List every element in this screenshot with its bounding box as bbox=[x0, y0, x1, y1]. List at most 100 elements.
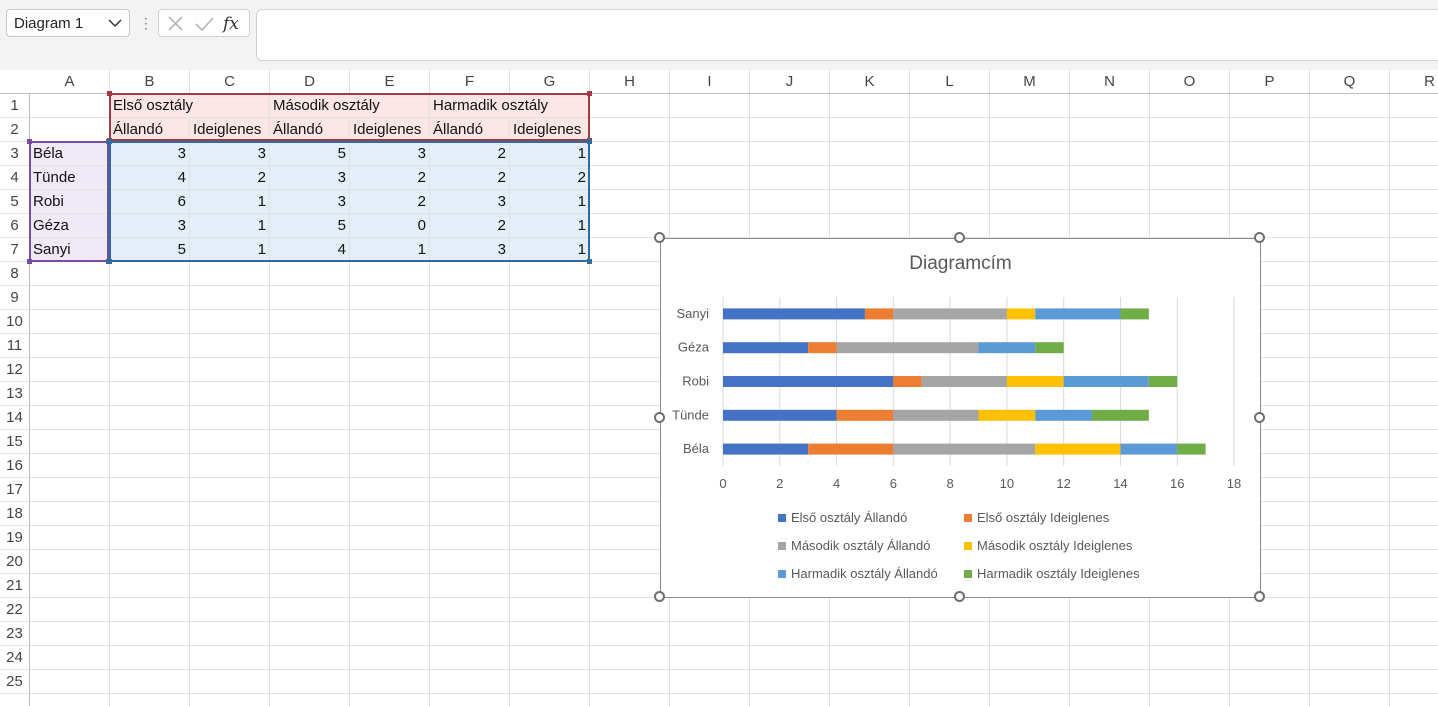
column-header-n[interactable]: N bbox=[1070, 70, 1150, 93]
chart-object[interactable]: Diagramcím 0 2 4 6 8 10 12 14 16 18 Béla Tünde Robi G… bbox=[660, 238, 1261, 598]
column-header-a[interactable]: A bbox=[30, 70, 110, 93]
bar-segment[interactable] bbox=[1035, 308, 1121, 320]
legend-item[interactable]: Harmadik osztály Ideiglenes bbox=[964, 565, 1140, 583]
row-header-17[interactable]: 17 bbox=[0, 478, 29, 502]
column-header-o[interactable]: O bbox=[1150, 70, 1230, 93]
column-header-m[interactable]: M bbox=[990, 70, 1070, 93]
chevron-down-icon[interactable] bbox=[105, 14, 125, 32]
bar-segment[interactable] bbox=[723, 409, 837, 421]
resize-handle[interactable] bbox=[954, 591, 965, 602]
bar-segment[interactable] bbox=[1148, 376, 1178, 387]
row-header-19[interactable]: 19 bbox=[0, 526, 29, 550]
row-header-2[interactable]: 2 bbox=[0, 118, 29, 142]
bar-segment[interactable] bbox=[893, 308, 1007, 320]
bar-segment[interactable] bbox=[864, 308, 894, 320]
bar-segment[interactable] bbox=[723, 308, 865, 320]
range-handle[interactable] bbox=[107, 91, 112, 96]
row-header-9[interactable]: 9 bbox=[0, 286, 29, 310]
row-header-4[interactable]: 4 bbox=[0, 166, 29, 190]
column-header-q[interactable]: Q bbox=[1310, 70, 1390, 93]
row-header-8[interactable]: 8 bbox=[0, 262, 29, 286]
row-header-10[interactable]: 10 bbox=[0, 310, 29, 334]
row-header-18[interactable]: 18 bbox=[0, 502, 29, 526]
bar-segment[interactable] bbox=[1120, 308, 1149, 320]
range-handle[interactable] bbox=[107, 259, 112, 264]
bar-segment[interactable] bbox=[1063, 376, 1149, 387]
resize-handle[interactable] bbox=[654, 232, 665, 243]
resize-handle[interactable] bbox=[1254, 412, 1265, 423]
check-icon[interactable] bbox=[193, 14, 215, 34]
range-handle[interactable] bbox=[107, 139, 112, 144]
column-header-r[interactable]: R bbox=[1390, 70, 1438, 93]
row-header-1[interactable]: 1 bbox=[0, 94, 29, 118]
row-header-16[interactable]: 16 bbox=[0, 454, 29, 478]
row-header-11[interactable]: 11 bbox=[0, 334, 29, 358]
column-header-h[interactable]: H bbox=[590, 70, 670, 93]
bar-segment[interactable] bbox=[893, 376, 922, 387]
bar-segment[interactable] bbox=[836, 409, 894, 421]
row-header-12[interactable]: 12 bbox=[0, 358, 29, 382]
resize-handle[interactable] bbox=[654, 591, 665, 602]
bar-segment[interactable] bbox=[893, 409, 979, 421]
bar-segment[interactable] bbox=[1006, 376, 1064, 387]
column-header-e[interactable]: E bbox=[350, 70, 430, 93]
legend-item[interactable]: Második osztály Állandó bbox=[778, 537, 930, 555]
legend-item[interactable]: Harmadik osztály Állandó bbox=[778, 565, 938, 583]
column-header-k[interactable]: K bbox=[830, 70, 910, 93]
bar-segment[interactable] bbox=[1177, 443, 1206, 455]
bar-segment[interactable] bbox=[978, 409, 1036, 421]
more-options-icon[interactable]: ⋮ bbox=[139, 12, 153, 34]
bar-segment[interactable] bbox=[1035, 342, 1064, 354]
row-header-15[interactable]: 15 bbox=[0, 430, 29, 454]
bar-segment[interactable] bbox=[808, 342, 837, 354]
resize-handle[interactable] bbox=[1254, 591, 1265, 602]
row-header-7[interactable]: 7 bbox=[0, 238, 29, 262]
bar-segment[interactable] bbox=[1092, 409, 1149, 421]
resize-handle[interactable] bbox=[1254, 232, 1265, 243]
column-header-j[interactable]: J bbox=[750, 70, 830, 93]
bar-segment[interactable] bbox=[808, 443, 894, 455]
bar-segment[interactable] bbox=[1035, 409, 1093, 421]
column-header-b[interactable]: B bbox=[110, 70, 190, 93]
row-header-5[interactable]: 5 bbox=[0, 190, 29, 214]
range-handle[interactable] bbox=[27, 259, 32, 264]
fx-icon[interactable]: fx bbox=[221, 14, 244, 34]
x-icon[interactable] bbox=[165, 14, 187, 34]
bar-segment[interactable] bbox=[836, 342, 979, 354]
legend-item[interactable]: Első osztály Állandó bbox=[778, 509, 907, 527]
column-header-f[interactable]: F bbox=[430, 70, 510, 93]
range-handle[interactable] bbox=[587, 91, 592, 96]
row-header-3[interactable]: 3 bbox=[0, 142, 29, 166]
bar-segment[interactable] bbox=[1120, 443, 1178, 455]
bar-segment[interactable] bbox=[978, 342, 1036, 354]
bar-segment[interactable] bbox=[1006, 308, 1036, 320]
row-header-24[interactable]: 24 bbox=[0, 646, 29, 670]
name-box[interactable]: Diagram 1 bbox=[6, 9, 130, 37]
resize-handle[interactable] bbox=[954, 232, 965, 243]
column-header-g[interactable]: G bbox=[510, 70, 590, 93]
bar-segment[interactable] bbox=[723, 443, 809, 455]
bar-segment[interactable] bbox=[921, 376, 1007, 387]
row-header-6[interactable]: 6 bbox=[0, 214, 29, 238]
row-header-13[interactable]: 13 bbox=[0, 382, 29, 406]
row-header-14[interactable]: 14 bbox=[0, 406, 29, 430]
column-header-p[interactable]: P bbox=[1230, 70, 1310, 93]
column-header-d[interactable]: D bbox=[270, 70, 350, 93]
range-handle[interactable] bbox=[27, 139, 32, 144]
bar-segment[interactable] bbox=[1035, 443, 1121, 455]
legend-item[interactable]: Második osztály Ideiglenes bbox=[964, 537, 1132, 555]
row-header-23[interactable]: 23 bbox=[0, 622, 29, 646]
formula-input[interactable] bbox=[256, 9, 1438, 61]
row-header-21[interactable]: 21 bbox=[0, 574, 29, 598]
bar-segment[interactable] bbox=[723, 376, 894, 387]
range-handle[interactable] bbox=[587, 259, 592, 264]
bar-segment[interactable] bbox=[893, 443, 1036, 455]
resize-handle[interactable] bbox=[654, 412, 665, 423]
column-header-l[interactable]: L bbox=[910, 70, 990, 93]
column-header-i[interactable]: I bbox=[670, 70, 750, 93]
range-handle[interactable] bbox=[587, 139, 592, 144]
chart-plot[interactable]: 0 2 4 6 8 10 12 14 16 18 Béla Tünde Robi Géza Sanyi bbox=[661, 239, 1260, 597]
row-header-20[interactable]: 20 bbox=[0, 550, 29, 574]
bar-segment[interactable] bbox=[723, 342, 809, 354]
legend-item[interactable]: Első osztály Ideiglenes bbox=[964, 509, 1109, 527]
